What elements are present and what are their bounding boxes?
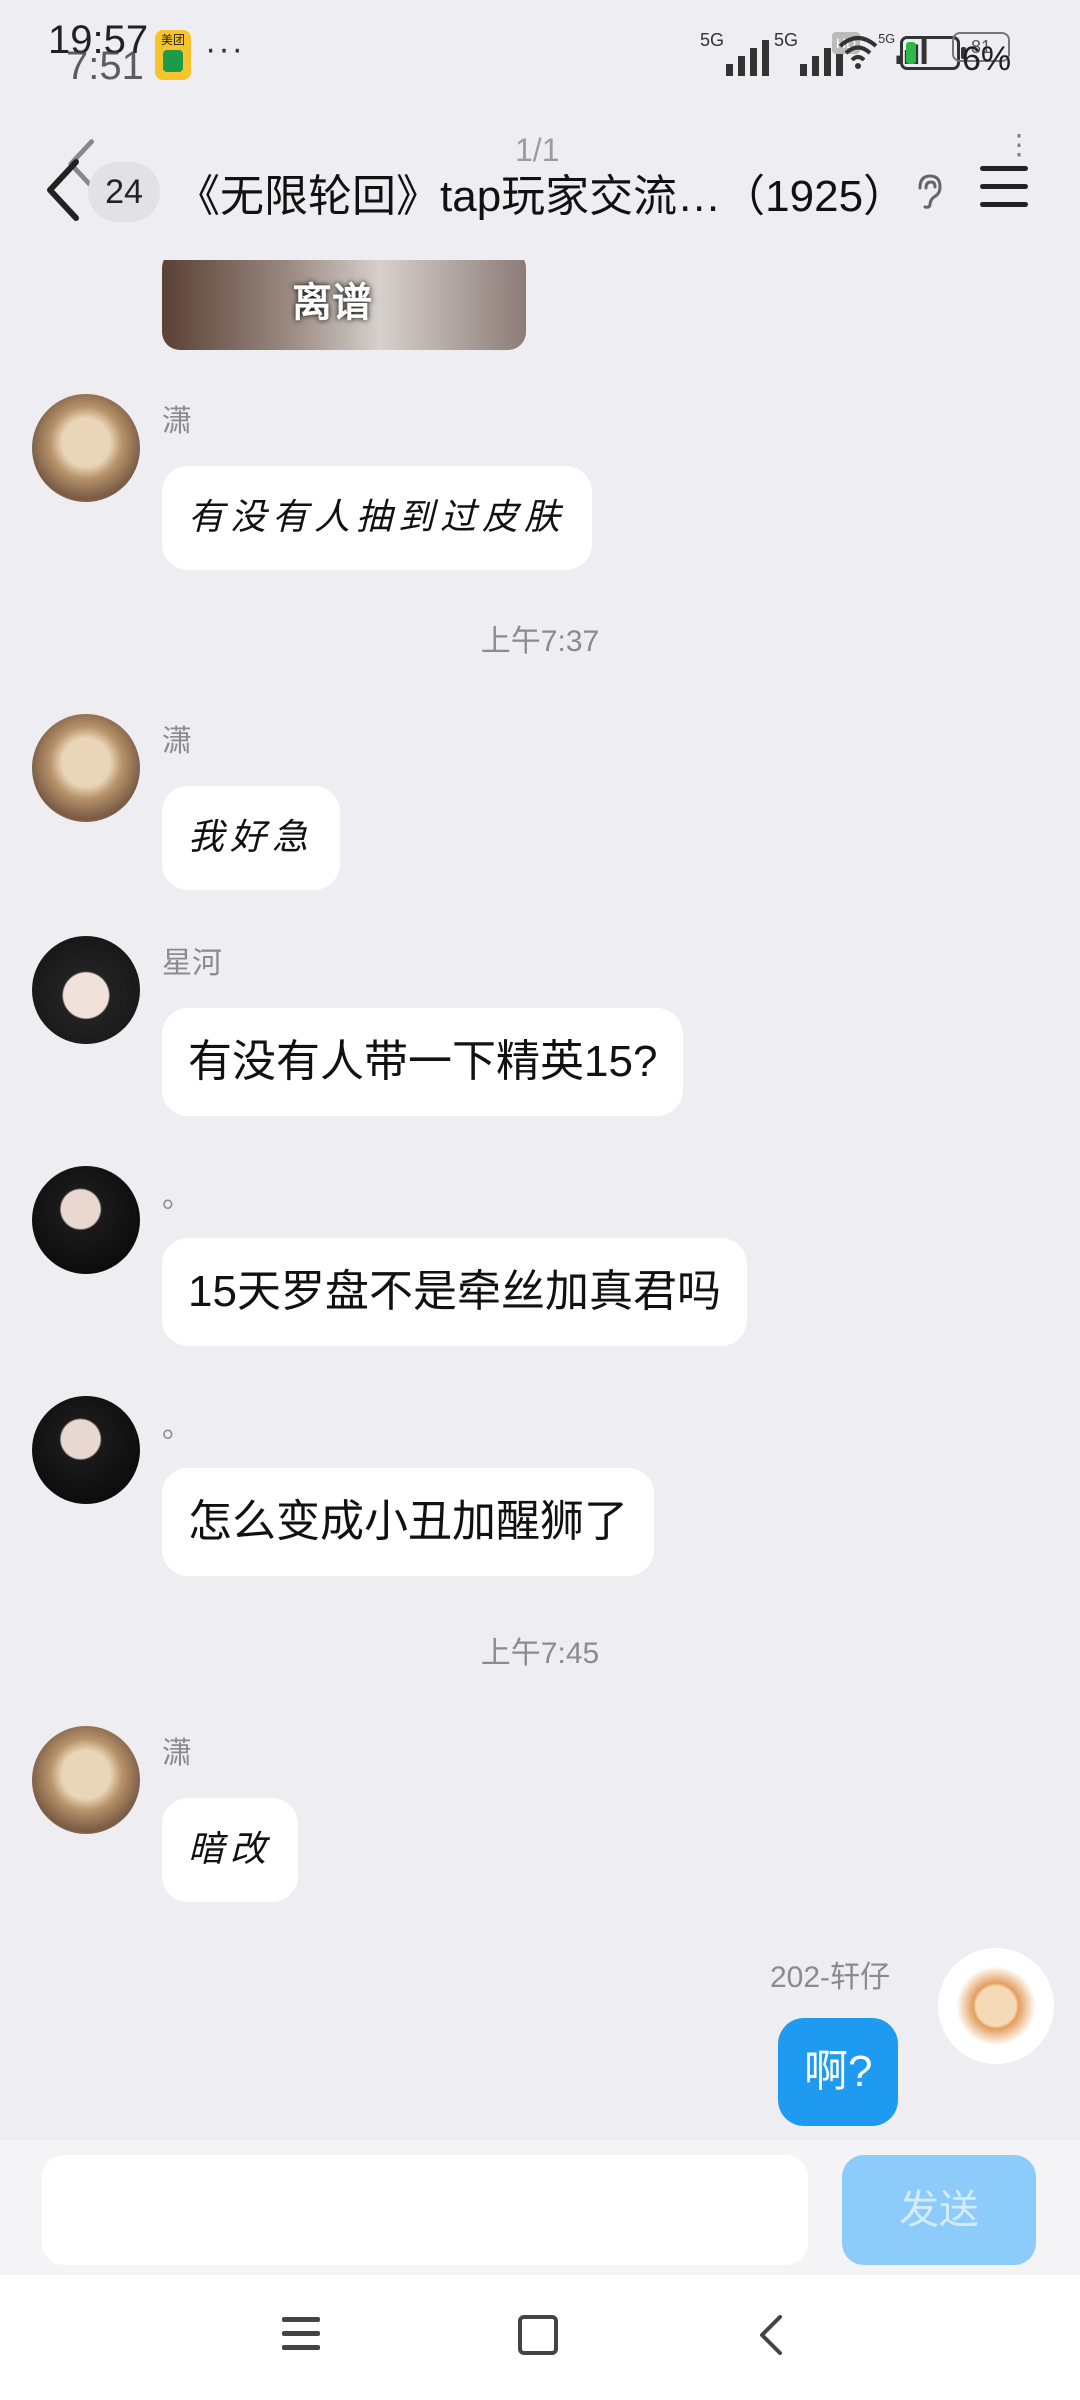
sender-name: 。	[162, 1181, 192, 1214]
system-nav-bar	[0, 2275, 1080, 2400]
meituan-app-icon: 美团	[155, 30, 191, 80]
status-time-overlay: 7:51	[66, 44, 144, 88]
my-avatar[interactable]	[942, 1952, 1050, 2060]
avatar[interactable]	[32, 936, 140, 1044]
avatar[interactable]	[32, 1726, 140, 1834]
avatar[interactable]	[32, 394, 140, 502]
timestamp: 上午7:37	[480, 625, 600, 658]
home-icon[interactable]	[518, 2315, 558, 2355]
message-bubble[interactable]: 怎么变成小丑加醒狮了	[162, 1468, 654, 1576]
wifi-icon	[838, 34, 878, 79]
my-name: 202-轩仔	[770, 1961, 891, 1994]
sender-name: 潇	[162, 725, 192, 758]
message-bubble[interactable]: 我好急	[162, 786, 341, 890]
nav-back-icon[interactable]	[754, 2313, 788, 2357]
battery-icon	[900, 36, 966, 70]
more-options-icon[interactable]: ⋮	[1005, 128, 1033, 161]
recent-apps-icon[interactable]	[282, 2317, 320, 2359]
sender-name: 。	[162, 1411, 192, 1444]
avatar[interactable]	[32, 714, 140, 822]
message-input[interactable]	[42, 2155, 808, 2265]
message-bubble[interactable]: 暗改	[162, 1798, 299, 1902]
image-caption: 离谱	[292, 281, 372, 325]
battery-percent: 6%	[962, 40, 1012, 78]
input-bar: 发送	[0, 2140, 1080, 2275]
network-type-label-2: 5G	[774, 30, 799, 50]
back-button[interactable]	[34, 150, 94, 230]
avatar[interactable]	[32, 1166, 140, 1274]
group-title[interactable]: 《无限轮回》tap玩家交流…（1925）	[176, 160, 907, 224]
menu-button[interactable]	[980, 166, 1028, 214]
image-message[interactable]: 离谱	[162, 260, 526, 350]
meituan-label: 美团	[160, 33, 185, 47]
network-type-label: 5G	[700, 30, 725, 50]
unread-count-badge[interactable]: 24	[88, 162, 160, 222]
sender-name: 星河	[162, 947, 222, 980]
sender-name: 潇	[162, 405, 192, 438]
message-list[interactable]: 离谱 潇 有没有人抽到过皮肤 上午7:37 潇 我好急 星河 有没有人带一下精英…	[0, 260, 1080, 2140]
sender-name: 潇	[162, 1737, 192, 1770]
more-notifications-icon: ···	[205, 30, 245, 68]
my-message-bubble[interactable]: 啊?	[778, 2018, 899, 2126]
message-bubble[interactable]: 15天罗盘不是牵丝加真君吗	[162, 1238, 747, 1346]
timestamp: 上午7:45	[480, 1637, 600, 1670]
status-bar: 19:57 7:51 美团 ··· 5G 5G HD 5G 81 6%	[0, 0, 1080, 110]
avatar[interactable]	[32, 1396, 140, 1504]
message-bubble[interactable]: 有没有人带一下精英15?	[162, 1008, 684, 1116]
message-bubble[interactable]: 有没有人抽到过皮肤	[162, 466, 593, 570]
send-button[interactable]: 发送	[842, 2155, 1036, 2265]
network-type-label-3: 5G	[878, 31, 896, 46]
signal-icon: 5G	[700, 30, 769, 76]
chat-header: 24 1/1 《无限轮回》tap玩家交流…（1925） ⋮	[0, 110, 1080, 260]
ear-mode-icon[interactable]	[910, 172, 948, 210]
